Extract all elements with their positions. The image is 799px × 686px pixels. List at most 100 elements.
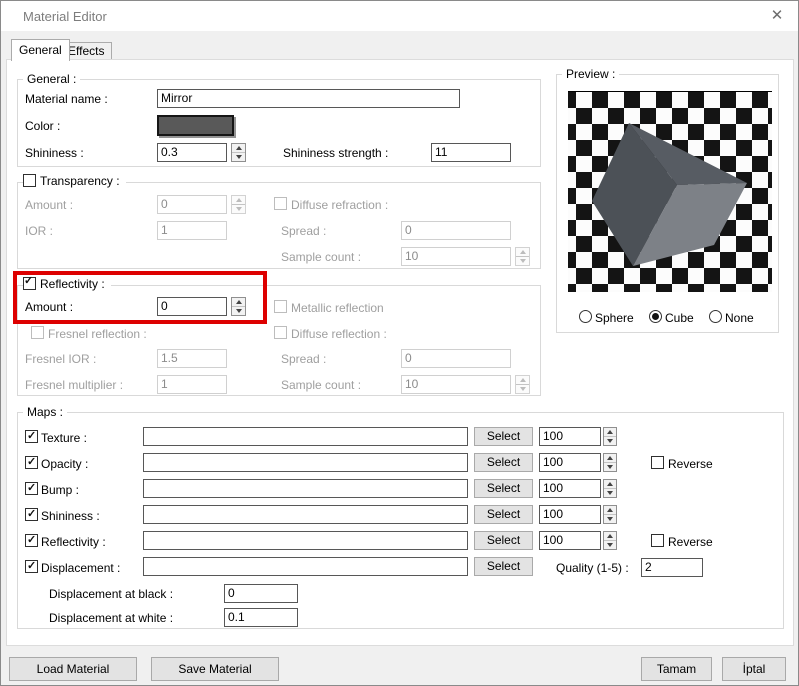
shininess-amount-input[interactable]: 100 xyxy=(539,505,601,524)
spin-down-icon[interactable] xyxy=(604,462,616,471)
diffuse-reflection-checkbox[interactable] xyxy=(274,326,287,339)
ior-label: IOR : xyxy=(25,224,53,238)
spin-down-icon[interactable] xyxy=(604,540,616,549)
metallic-reflection-checkbox[interactable] xyxy=(274,300,287,313)
radio-sphere-label: Sphere xyxy=(595,311,634,325)
reflectivity-sample-count-input[interactable]: 10 xyxy=(401,375,511,394)
bump-map-label: Bump : xyxy=(41,483,79,497)
transparency-spread-label: Spread : xyxy=(281,224,326,238)
tab-general[interactable]: General xyxy=(11,39,70,61)
shininess-input[interactable]: 0.3 xyxy=(157,143,227,162)
spin-up-icon[interactable] xyxy=(232,298,245,306)
reflectivity-map-path-input[interactable] xyxy=(143,531,468,550)
reflectivity-select-button[interactable]: Select xyxy=(474,531,533,550)
reflectivity-map-checkbox[interactable] xyxy=(25,534,38,547)
ok-button[interactable]: Tamam xyxy=(641,657,712,681)
texture-map-checkbox[interactable] xyxy=(25,430,38,443)
transparency-sample-count-label: Sample count : xyxy=(281,250,361,264)
transparency-amount-spinner[interactable] xyxy=(231,195,246,214)
fresnel-ior-input[interactable]: 1.5 xyxy=(157,349,227,368)
bump-map-checkbox[interactable] xyxy=(25,482,38,495)
shininess-map-path-input[interactable] xyxy=(143,505,468,524)
displacement-at-white-input[interactable]: 0.1 xyxy=(224,608,298,627)
spin-down-icon[interactable] xyxy=(232,306,245,315)
spin-up-icon[interactable] xyxy=(604,428,616,436)
transparency-sample-count-input[interactable]: 10 xyxy=(401,247,511,266)
load-material-button[interactable]: Load Material xyxy=(9,657,137,681)
opacity-amount-spinner[interactable] xyxy=(603,453,617,472)
spin-up-icon[interactable] xyxy=(516,376,529,384)
fresnel-multiplier-input[interactable]: 1 xyxy=(157,375,227,394)
transparency-sample-count-spinner[interactable] xyxy=(515,247,530,266)
color-swatch[interactable] xyxy=(157,115,234,136)
save-material-button[interactable]: Save Material xyxy=(151,657,279,681)
reflectivity-reverse-checkbox[interactable] xyxy=(651,534,664,547)
opacity-reverse-checkbox[interactable] xyxy=(651,456,664,469)
spin-down-icon[interactable] xyxy=(232,204,245,213)
texture-amount-input[interactable]: 100 xyxy=(539,427,601,446)
reflectivity-map-label: Reflectivity : xyxy=(41,535,106,549)
spin-up-icon[interactable] xyxy=(604,532,616,540)
shininess-map-checkbox[interactable] xyxy=(25,508,38,521)
quality-label: Quality (1-5) : xyxy=(556,561,629,575)
displacement-map-path-input[interactable] xyxy=(143,557,468,576)
shininess-strength-input[interactable]: 11 xyxy=(431,143,511,162)
reflectivity-amount-spinner[interactable] xyxy=(603,531,617,550)
diffuse-refraction-checkbox[interactable] xyxy=(274,197,287,210)
spin-down-icon[interactable] xyxy=(604,436,616,445)
reflectivity-amount-spinner[interactable] xyxy=(231,297,246,316)
reflectivity-amount-input[interactable]: 100 xyxy=(539,531,601,550)
reflectivity-sample-count-spinner[interactable] xyxy=(515,375,530,394)
transparency-caption-label: Transparency : xyxy=(40,174,120,188)
shininess-amount-spinner[interactable] xyxy=(603,505,617,524)
shininess-spinner[interactable] xyxy=(231,143,246,162)
diffuse-refraction-label: Diffuse refraction : xyxy=(291,198,388,212)
cancel-button[interactable]: İptal xyxy=(722,657,786,681)
shininess-map-label: Shininess : xyxy=(41,509,100,523)
displacement-select-button[interactable]: Select xyxy=(474,557,533,576)
opacity-map-checkbox[interactable] xyxy=(25,456,38,469)
ior-input[interactable]: 1 xyxy=(157,221,227,240)
fresnel-reflection-checkbox[interactable] xyxy=(31,326,44,339)
radio-sphere[interactable] xyxy=(579,310,592,323)
spin-up-icon[interactable] xyxy=(604,506,616,514)
displacement-at-black-input[interactable]: 0 xyxy=(224,584,298,603)
displacement-map-checkbox[interactable] xyxy=(25,560,38,573)
radio-none[interactable] xyxy=(709,310,722,323)
radio-none-label: None xyxy=(725,311,754,325)
opacity-reverse-label: Reverse xyxy=(668,457,713,471)
opacity-map-path-input[interactable] xyxy=(143,453,468,472)
material-name-input[interactable]: Mirror xyxy=(157,89,460,108)
reflectivity-checkbox[interactable] xyxy=(23,277,36,290)
spin-up-icon[interactable] xyxy=(516,248,529,256)
spin-up-icon[interactable] xyxy=(232,196,245,204)
spin-down-icon[interactable] xyxy=(604,514,616,523)
shininess-select-button[interactable]: Select xyxy=(474,505,533,524)
quality-input[interactable]: 2 xyxy=(641,558,703,577)
spin-down-icon[interactable] xyxy=(232,152,245,161)
spin-up-icon[interactable] xyxy=(604,454,616,462)
reflectivity-amount-input[interactable]: 0 xyxy=(157,297,227,316)
transparency-spread-input[interactable]: 0 xyxy=(401,221,511,240)
opacity-amount-input[interactable]: 100 xyxy=(539,453,601,472)
texture-amount-spinner[interactable] xyxy=(603,427,617,446)
transparency-checkbox[interactable] xyxy=(23,174,36,187)
spin-down-icon[interactable] xyxy=(516,384,529,393)
bump-amount-spinner[interactable] xyxy=(603,479,617,498)
radio-cube[interactable] xyxy=(649,310,662,323)
bump-map-path-input[interactable] xyxy=(143,479,468,498)
bump-amount-input[interactable]: 100 xyxy=(539,479,601,498)
opacity-select-button[interactable]: Select xyxy=(474,453,533,472)
bump-select-button[interactable]: Select xyxy=(474,479,533,498)
reflectivity-caption-label: Reflectivity : xyxy=(40,277,105,291)
spin-up-icon[interactable] xyxy=(232,144,245,152)
close-icon[interactable]: ✕ xyxy=(768,7,786,25)
texture-select-button[interactable]: Select xyxy=(474,427,533,446)
texture-map-path-input[interactable] xyxy=(143,427,468,446)
spin-down-icon[interactable] xyxy=(604,488,616,497)
spin-up-icon[interactable] xyxy=(604,480,616,488)
reflectivity-spread-input[interactable]: 0 xyxy=(401,349,511,368)
displacement-at-white-label: Displacement at white : xyxy=(49,611,173,625)
transparency-amount-input[interactable]: 0 xyxy=(157,195,227,214)
spin-down-icon[interactable] xyxy=(516,256,529,265)
